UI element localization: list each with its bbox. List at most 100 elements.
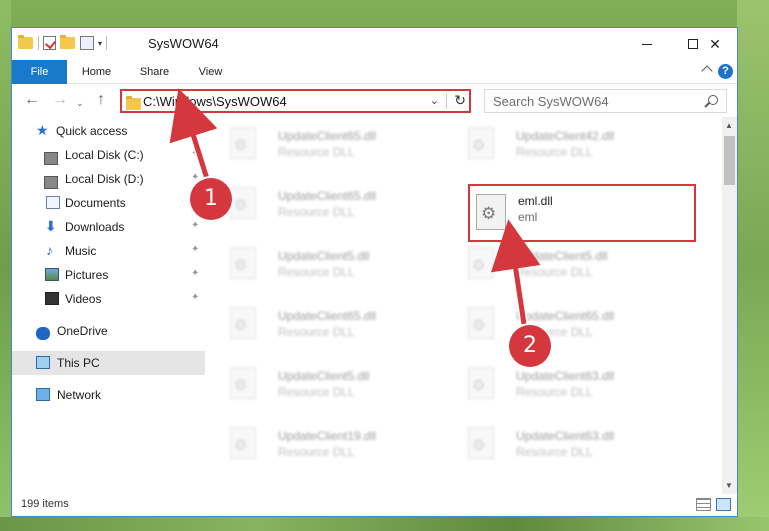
tab-view[interactable]: View (188, 60, 233, 84)
minimize-button[interactable] (624, 28, 670, 60)
sidebar-item-label: This PC (57, 356, 100, 370)
address-bar[interactable]: C:\Windows\SysWOW64 ⌄ ↻ (120, 89, 471, 113)
search-placeholder[interactable]: Search SysWOW64 (493, 94, 609, 109)
file-item[interactable]: UpdateClient5.dll Resource DLL (450, 237, 680, 287)
callout-badge-1: 1 (190, 178, 232, 220)
file-type: Resource DLL (516, 145, 593, 159)
onedrive-icon (36, 327, 50, 340)
large-icons-view-icon[interactable] (716, 498, 731, 511)
sidebar-item-music[interactable]: ♪ Music ✦ (12, 239, 205, 263)
sidebar-item-label: Local Disk (C:) (65, 148, 144, 162)
search-icon[interactable] (708, 95, 718, 105)
details-view-icon[interactable] (696, 498, 711, 511)
dll-file-icon (230, 127, 256, 159)
tab-home[interactable]: Home (74, 60, 119, 84)
sidebar-item-documents[interactable]: Documents ✦ (12, 191, 205, 215)
close-button[interactable]: ✕ (692, 28, 737, 60)
file-item[interactable]: UpdateClient65.dll Resource DLL (212, 117, 442, 167)
file-name: UpdateClient5.dll (278, 249, 370, 263)
navigation-pane: ★ Quick access Local Disk (C:) ✦ Local D… (12, 117, 205, 494)
file-type: Resource DLL (516, 445, 593, 459)
pin-icon[interactable]: ✦ (191, 148, 199, 159)
toolbar-dropdown-icon[interactable]: ▾ (98, 39, 102, 48)
file-item[interactable]: UpdateClient19.dll Resource DLL (212, 417, 442, 467)
refresh-icon[interactable]: ↻ (454, 92, 466, 109)
file-explorer-window: ▾ SysWOW64 ✕ File Home Share View ? ← → … (11, 27, 738, 517)
vertical-scrollbar[interactable]: ▲ ▼ (722, 117, 737, 494)
file-name: UpdateClient63.dll (516, 369, 615, 383)
back-arrow-icon[interactable]: ← (24, 92, 40, 108)
pin-icon[interactable]: ✦ (191, 292, 199, 303)
file-item[interactable]: UpdateClient65.dll Resource DLL (450, 297, 680, 347)
address-path[interactable]: C:\Windows\SysWOW64 (143, 94, 287, 109)
folder-icon (18, 35, 34, 51)
file-item[interactable]: UpdateClient63.dll Resource DLL (450, 357, 680, 407)
sidebar-item-label: Network (57, 388, 102, 402)
expand-ribbon-chevron-icon[interactable] (701, 65, 713, 77)
customize-toolbar-icon[interactable] (80, 36, 94, 50)
status-bar: 199 items (12, 494, 737, 516)
quick-access-toolbar: ▾ (18, 35, 108, 51)
properties-check-icon[interactable] (43, 36, 56, 50)
documents-icon (46, 196, 60, 209)
file-name: UpdateClient42.dll (516, 129, 615, 143)
file-item[interactable]: UpdateClient5.dll Resource DLL (212, 237, 442, 287)
minimize-icon (642, 43, 652, 45)
dll-file-icon (476, 194, 506, 230)
recent-locations-caret-icon[interactable]: ⌄ (76, 95, 84, 111)
sidebar-item-label: OneDrive (57, 324, 108, 338)
address-divider (446, 93, 447, 109)
file-name: UpdateClient65.dll (516, 309, 615, 323)
network-icon (36, 388, 50, 401)
downloads-icon: ⬇ (45, 218, 57, 234)
help-icon[interactable]: ? (718, 64, 733, 79)
music-icon: ♪ (46, 242, 53, 258)
file-item[interactable]: UpdateClient42.dll Resource DLL (450, 117, 680, 167)
sidebar-item-onedrive[interactable]: OneDrive (12, 319, 205, 343)
disk-icon (44, 152, 58, 165)
pin-icon[interactable]: ✦ (191, 244, 199, 255)
disk-icon (44, 176, 58, 189)
item-count: 199 items (21, 498, 69, 510)
file-name: UpdateClient5.dll (516, 249, 608, 263)
sidebar-item-local-disk-c[interactable]: Local Disk (C:) ✦ (12, 143, 205, 167)
file-item[interactable]: UpdateClient65.dll Resource DLL (212, 297, 442, 347)
file-item-eml-dll[interactable]: eml.dll eml (468, 184, 696, 242)
scroll-down-icon[interactable]: ▼ (725, 481, 733, 490)
new-folder-icon[interactable] (60, 35, 76, 51)
tab-file[interactable]: File (12, 60, 67, 84)
sidebar-item-local-disk-d[interactable]: Local Disk (D:) ✦ (12, 167, 205, 191)
address-dropdown-icon[interactable]: ⌄ (430, 94, 439, 107)
sidebar-item-quick-access[interactable]: ★ Quick access (12, 119, 205, 143)
scrollbar-thumb[interactable] (724, 136, 735, 185)
sidebar-item-label: Local Disk (D:) (65, 172, 144, 186)
file-type: Resource DLL (278, 325, 355, 339)
toolbar-divider (106, 36, 108, 50)
file-name: UpdateClient65.dll (278, 189, 377, 203)
sidebar-item-videos[interactable]: Videos ✦ (12, 287, 205, 311)
file-type: Resource DLL (278, 445, 355, 459)
sidebar-item-network[interactable]: Network (12, 383, 205, 407)
dll-file-icon (468, 247, 494, 279)
dll-file-icon (230, 427, 256, 459)
forward-arrow-icon[interactable]: → (52, 92, 68, 108)
file-type: Resource DLL (516, 265, 593, 279)
pin-icon[interactable]: ✦ (191, 268, 199, 279)
dll-file-icon (230, 247, 256, 279)
ribbon-tabs: File Home Share View ? (12, 60, 737, 84)
up-arrow-icon[interactable]: ↑ (97, 92, 105, 108)
sidebar-item-downloads[interactable]: ⬇ Downloads ✦ (12, 215, 205, 239)
pin-icon[interactable]: ✦ (191, 220, 199, 231)
tab-share[interactable]: Share (132, 60, 177, 84)
file-name: UpdateClient65.dll (278, 129, 377, 143)
file-item[interactable]: UpdateClient65.dll Resource DLL (212, 177, 442, 227)
file-type: Resource DLL (278, 265, 355, 279)
dll-file-icon (230, 187, 256, 219)
search-box[interactable]: Search SysWOW64 (484, 89, 727, 113)
scroll-up-icon[interactable]: ▲ (725, 121, 733, 130)
file-item[interactable]: UpdateClient5.dll Resource DLL (212, 357, 442, 407)
dll-file-icon (230, 307, 256, 339)
file-item[interactable]: UpdateClient63.dll Resource DLL (450, 417, 680, 467)
sidebar-item-this-pc[interactable]: This PC (12, 351, 205, 375)
sidebar-item-pictures[interactable]: Pictures ✦ (12, 263, 205, 287)
